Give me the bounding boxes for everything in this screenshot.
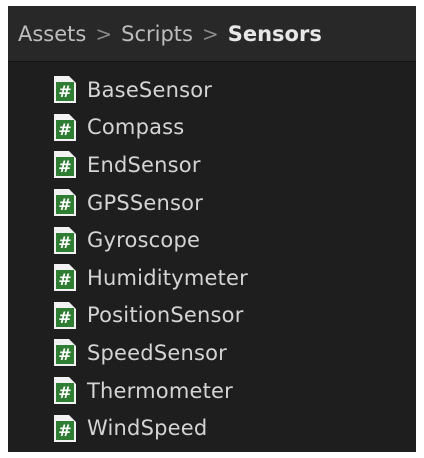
file-item-windspeed[interactable]: # WindSpeed: [8, 409, 416, 447]
breadcrumb-separator-icon: >: [95, 21, 113, 46]
svg-text:#: #: [58, 308, 71, 327]
file-name: GPSSensor: [87, 190, 204, 215]
file-item-speedsensor[interactable]: # SpeedSensor: [8, 334, 416, 372]
breadcrumb-separator-icon: >: [201, 21, 219, 46]
svg-text:#: #: [58, 270, 71, 289]
file-name: BaseSensor: [87, 77, 213, 102]
file-list: # BaseSensor # Compass # EndSensor # GPS…: [8, 62, 416, 447]
svg-text:#: #: [58, 233, 71, 252]
file-name: Thermometer: [87, 378, 233, 403]
breadcrumb-assets[interactable]: Assets: [18, 22, 86, 46]
file-name: SpeedSensor: [87, 340, 228, 365]
file-name: PositionSensor: [87, 303, 244, 328]
project-browser-panel: Assets > Scripts > Sensors # BaseSensor …: [8, 6, 416, 452]
breadcrumb-scripts[interactable]: Scripts: [121, 22, 193, 46]
csharp-script-icon: #: [54, 301, 76, 329]
csharp-script-icon: #: [54, 264, 76, 292]
file-item-humiditymeter[interactable]: # Humiditymeter: [8, 259, 416, 297]
csharp-script-icon: #: [54, 414, 76, 442]
file-item-basesensor[interactable]: # BaseSensor: [8, 71, 416, 109]
svg-text:#: #: [58, 345, 71, 364]
csharp-script-icon: #: [54, 189, 76, 217]
file-name: WindSpeed: [87, 416, 208, 441]
svg-text:#: #: [58, 157, 71, 176]
file-item-gpssensor[interactable]: # GPSSensor: [8, 184, 416, 222]
csharp-script-icon: #: [54, 226, 76, 254]
file-name: Compass: [87, 115, 185, 140]
file-name: EndSensor: [87, 152, 201, 177]
csharp-script-icon: #: [54, 76, 76, 104]
file-item-positionsensor[interactable]: # PositionSensor: [8, 297, 416, 335]
svg-text:#: #: [58, 120, 71, 139]
breadcrumb: Assets > Scripts > Sensors: [8, 6, 416, 62]
csharp-script-icon: #: [54, 339, 76, 367]
breadcrumb-sensors[interactable]: Sensors: [228, 22, 322, 46]
svg-text:#: #: [58, 383, 71, 402]
file-name: Gyroscope: [87, 228, 201, 253]
csharp-script-icon: #: [54, 377, 76, 405]
svg-text:#: #: [58, 421, 71, 440]
file-item-gyroscope[interactable]: # Gyroscope: [8, 221, 416, 259]
csharp-script-icon: #: [54, 113, 76, 141]
file-name: Humiditymeter: [87, 265, 248, 290]
file-item-compass[interactable]: # Compass: [8, 109, 416, 147]
file-item-endsensor[interactable]: # EndSensor: [8, 146, 416, 184]
svg-text:#: #: [58, 82, 71, 101]
csharp-script-icon: #: [54, 151, 76, 179]
svg-text:#: #: [58, 195, 71, 214]
file-item-thermometer[interactable]: # Thermometer: [8, 372, 416, 410]
